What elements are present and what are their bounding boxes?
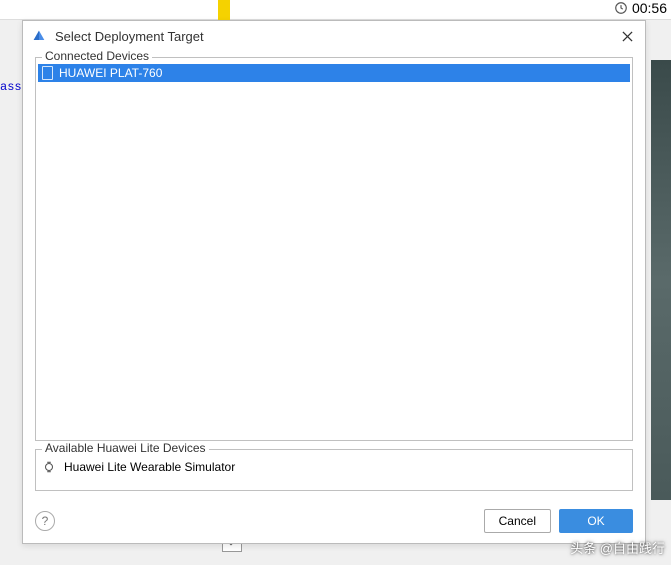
connected-devices-list[interactable]: HUAWEI PLAT-760 [36,58,632,440]
connected-devices-group: Connected Devices HUAWEI PLAT-760 [35,57,633,441]
status-time: 00:56 [614,0,667,16]
help-button[interactable]: ? [35,511,55,531]
app-icon [31,28,47,44]
bg-image-panel [651,60,671,500]
device-item[interactable]: HUAWEI PLAT-760 [38,64,630,82]
dialog-titlebar: Select Deployment Target [23,21,645,51]
available-devices-group: Available Huawei Lite Devices Huawei Lit… [35,449,633,491]
watch-icon [42,460,56,474]
phone-icon [42,66,53,80]
deployment-target-dialog: Select Deployment Target Connected Devic… [22,20,646,544]
device-name: HUAWEI PLAT-760 [59,66,162,80]
connected-devices-label: Connected Devices [42,49,152,63]
cancel-button[interactable]: Cancel [484,509,551,533]
clock-icon [614,1,628,15]
simulator-name: Huawei Lite Wearable Simulator [64,460,235,474]
dialog-footer: ? Cancel OK [23,499,645,543]
time-text: 00:56 [632,0,667,16]
available-devices-label: Available Huawei Lite Devices [42,441,209,455]
watermark: 头条 @自由践行 [570,538,665,557]
dialog-title: Select Deployment Target [55,29,617,44]
ok-button[interactable]: OK [559,509,633,533]
close-button[interactable] [617,26,637,46]
close-icon [622,31,633,42]
highlight-marker [218,0,230,20]
